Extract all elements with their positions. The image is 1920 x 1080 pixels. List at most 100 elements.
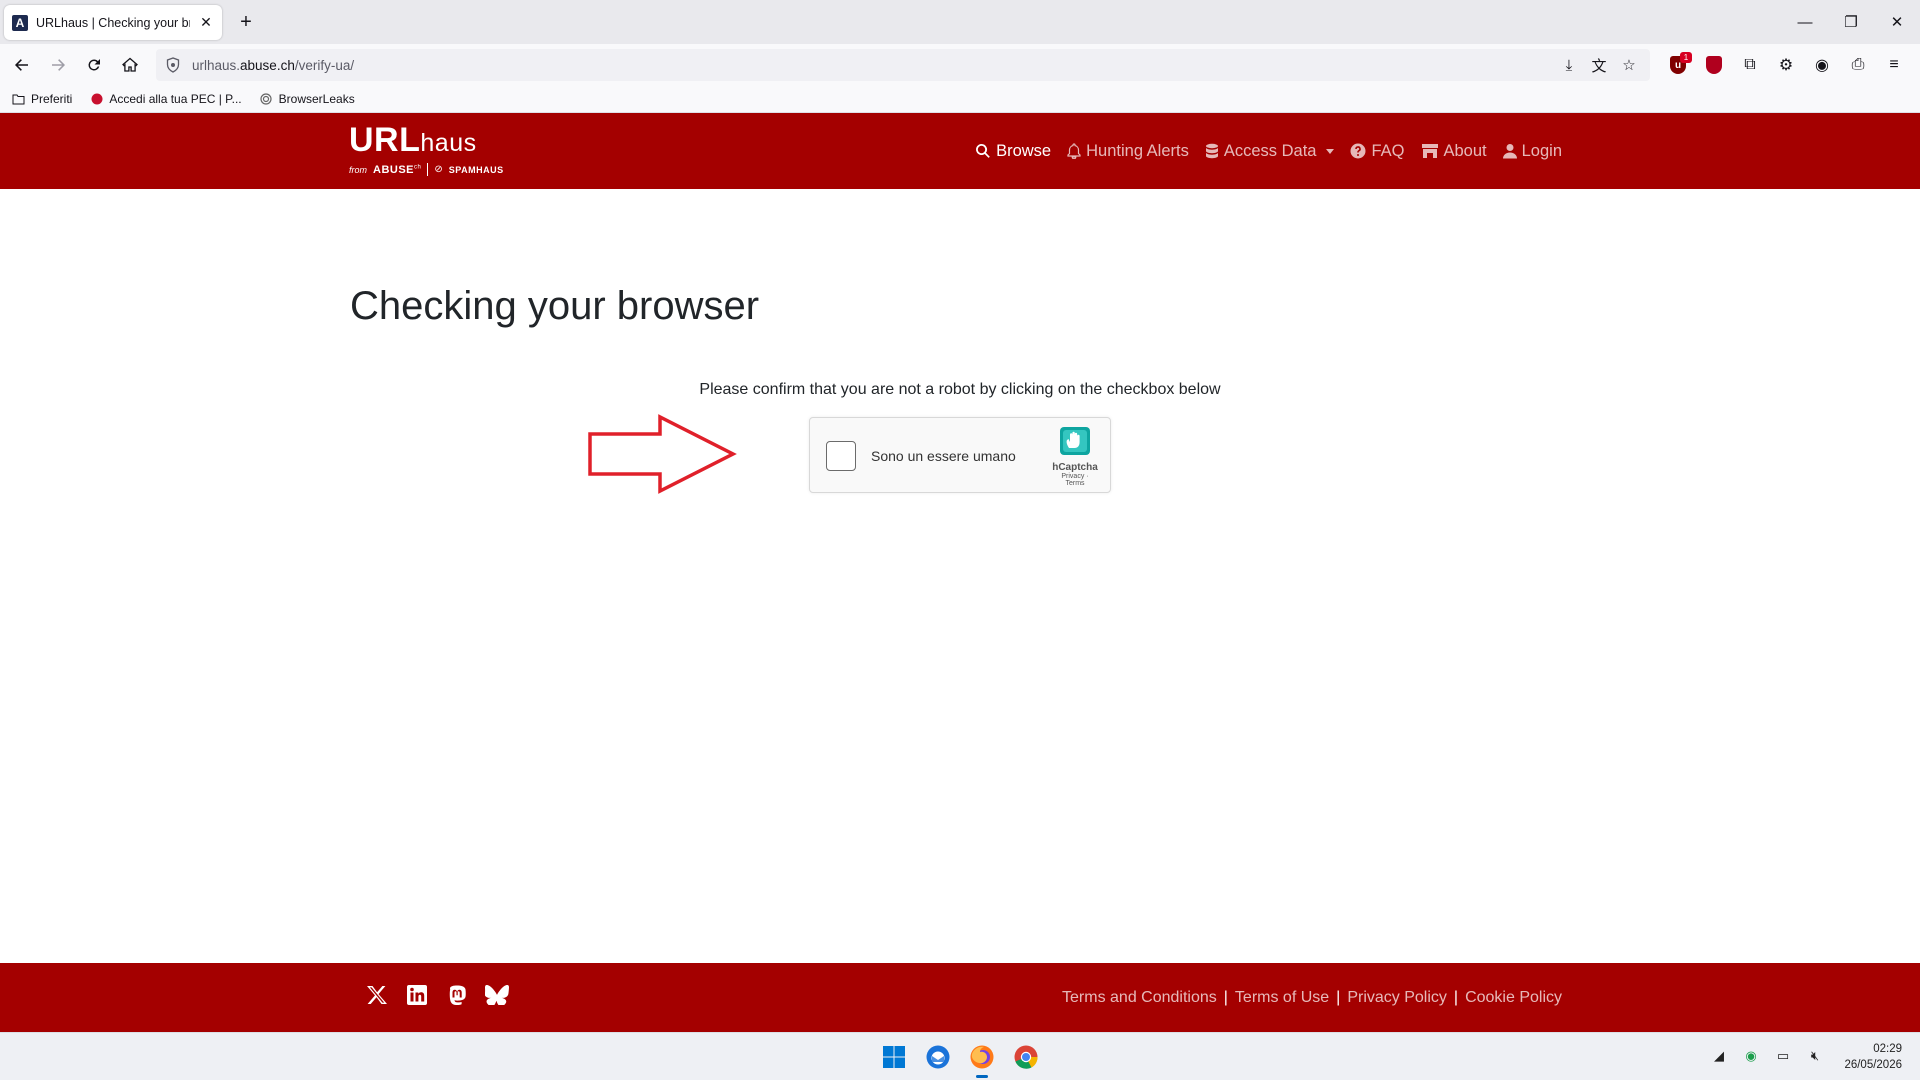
nav-faq-label: FAQ: [1371, 141, 1405, 160]
url-subdomain: urlhaus.: [192, 57, 241, 73]
bookmark-star-icon[interactable]: ☆: [1618, 54, 1640, 76]
nav-access-data-label: Access Data: [1223, 141, 1317, 160]
volume-muted-icon[interactable]: 🔇︎: [1806, 1047, 1824, 1065]
extension-badge: 1: [1680, 52, 1692, 63]
nav-login[interactable]: Login: [1502, 141, 1562, 161]
user-icon: [1502, 144, 1517, 159]
extension-toolbar: u1 ⧉ ⚙ ◉ ⎙ ≡: [1664, 51, 1908, 79]
cookie-policy-link[interactable]: Cookie Policy: [1465, 989, 1562, 1007]
folder-icon: [12, 93, 25, 106]
logo-haus-text: haus: [420, 129, 477, 157]
site-header: URLhaus from ABUSEch ⊘ SPAMHAUS Browse H…: [0, 113, 1920, 189]
settings-gear-icon[interactable]: ⚙: [1772, 51, 1800, 79]
firefox-icon[interactable]: [966, 1041, 998, 1078]
browser-tab[interactable]: A URLhaus | Checking your browser ✕: [4, 5, 222, 40]
hcaptcha-logo[interactable]: hCaptcha Privacy · Terms: [1052, 426, 1098, 487]
address-bar[interactable]: urlhaus.abuse.ch/verify-ua/ ⤓ 文 ☆: [156, 49, 1650, 81]
print-icon[interactable]: ⎙: [1844, 51, 1872, 79]
url-path: /verify-ua/: [294, 57, 355, 73]
close-window-button[interactable]: ✕: [1874, 0, 1920, 44]
taskbar-apps: [878, 1041, 1042, 1078]
pec-favicon-icon: [90, 93, 103, 106]
menu-hamburger-icon[interactable]: ≡: [1880, 51, 1908, 79]
x-twitter-icon[interactable]: [365, 983, 389, 1007]
terms-of-use-link[interactable]: Terms of Use: [1235, 989, 1329, 1007]
footer-separator: |: [1453, 988, 1459, 1006]
url-text[interactable]: urlhaus.abuse.ch/verify-ua/: [192, 58, 354, 73]
nav-browse-label: Browse: [996, 141, 1052, 160]
captcha-terms-link[interactable]: Terms: [1065, 480, 1084, 487]
url-domain: abuse.ch: [240, 57, 295, 73]
logo-abuse-sup: ch: [414, 163, 422, 170]
captcha-checkbox[interactable]: [826, 441, 856, 471]
extensions-puzzle-icon[interactable]: ⧉: [1736, 51, 1764, 79]
close-tab-icon[interactable]: ✕: [198, 14, 214, 31]
clock-date: 26/05/2026: [1844, 1059, 1902, 1071]
bookmark-label: BrowserLeaks: [278, 92, 355, 106]
home-icon: [122, 57, 138, 72]
security-tray-icon[interactable]: ◉: [1742, 1047, 1760, 1065]
thunderbird-icon[interactable]: [922, 1041, 954, 1073]
windows-start-icon[interactable]: [878, 1041, 910, 1073]
reload-icon: [88, 59, 100, 71]
restore-button[interactable]: ❐: [1828, 0, 1874, 44]
terms-conditions-link[interactable]: Terms and Conditions: [1062, 989, 1217, 1007]
bookmarks-bar: Preferiti Accedi alla tua PEC | P... Bro…: [0, 86, 1920, 113]
nav-browse[interactable]: Browse: [975, 142, 1051, 161]
tab-title: URLhaus | Checking your browser: [36, 15, 190, 30]
bell-icon: [1067, 143, 1081, 159]
nav-about[interactable]: About: [1421, 142, 1487, 161]
nav-login-label: Login: [1521, 141, 1562, 160]
footer-links: Terms and Conditions | Terms of Use | Pr…: [1062, 963, 1562, 1032]
bluesky-butterfly-icon[interactable]: [485, 983, 509, 1007]
reload-button[interactable]: [80, 51, 108, 79]
nav-about-label: About: [1443, 141, 1487, 160]
address-bar-actions: ⤓ 文 ☆: [1558, 54, 1640, 76]
spamhaus-logo-icon: ⊘: [434, 164, 443, 175]
logo-from-text: from: [349, 164, 367, 175]
bookmark-label: Preferiti: [31, 92, 73, 106]
save-to-pocket-icon[interactable]: ⤓: [1558, 54, 1580, 76]
screenshot-camera-icon[interactable]: ◉: [1808, 51, 1836, 79]
clock-time: 02:29: [1873, 1043, 1902, 1055]
back-button[interactable]: [8, 51, 36, 79]
network-icon[interactable]: ▭: [1774, 1047, 1792, 1065]
privacy-policy-link[interactable]: Privacy Policy: [1347, 989, 1447, 1007]
minimize-button[interactable]: —: [1782, 0, 1828, 44]
logo-divider: [427, 163, 429, 176]
forward-button[interactable]: [44, 51, 72, 79]
system-tray: ◢ ◉ ▭ 🔇︎: [1710, 1047, 1824, 1065]
red-arrow-annotation-icon: [588, 414, 737, 494]
tracking-protection-icon[interactable]: [164, 56, 182, 74]
search-icon: [976, 144, 990, 158]
windows-taskbar: ◢ ◉ ▭ 🔇︎ 02:29 26/05/2026: [0, 1032, 1920, 1080]
nav-hunting-alerts-label: Hunting Alerts: [1086, 141, 1189, 160]
nav-hunting-alerts[interactable]: Hunting Alerts: [1067, 142, 1189, 161]
shield-extension-icon[interactable]: [1700, 51, 1728, 79]
ublock-origin-icon[interactable]: u1: [1664, 51, 1692, 79]
nav-faq[interactable]: FAQ: [1350, 141, 1405, 161]
nav-access-data[interactable]: Access Data: [1205, 142, 1335, 161]
fingerprint-icon: [260, 93, 273, 106]
bookmark-browserleaks[interactable]: BrowserLeaks: [260, 92, 355, 106]
captcha-instruction: Please confirm that you are not a robot …: [699, 381, 1221, 398]
new-tab-button[interactable]: +: [236, 12, 256, 32]
chrome-icon[interactable]: [1010, 1041, 1042, 1073]
linkedin-icon[interactable]: [405, 983, 429, 1007]
mastodon-icon[interactable]: [445, 983, 469, 1007]
store-icon: [1421, 144, 1438, 158]
tab-bar: A URLhaus | Checking your browser ✕ + — …: [0, 0, 1920, 44]
hcaptcha-hand-icon: [1060, 427, 1090, 455]
home-button[interactable]: [116, 51, 144, 79]
hcaptcha-brand: hCaptcha: [1052, 462, 1098, 473]
translate-icon[interactable]: 文: [1588, 54, 1610, 76]
question-circle-icon: [1350, 143, 1366, 159]
urlhaus-logo[interactable]: URLhaus from ABUSEch ⊘ SPAMHAUS: [349, 123, 504, 176]
captcha-privacy-link[interactable]: Privacy: [1061, 473, 1084, 480]
system-clock[interactable]: 02:29 26/05/2026: [1844, 1041, 1902, 1073]
footer-separator: |: [1223, 988, 1228, 1006]
bookmark-folder-preferiti[interactable]: Preferiti: [12, 92, 72, 106]
bookmark-pec[interactable]: Accedi alla tua PEC | P...: [90, 92, 242, 106]
app-tray-icon[interactable]: ◢: [1710, 1047, 1728, 1065]
hcaptcha-widget: Sono un essere umano hCaptcha Privacy · …: [809, 417, 1111, 493]
